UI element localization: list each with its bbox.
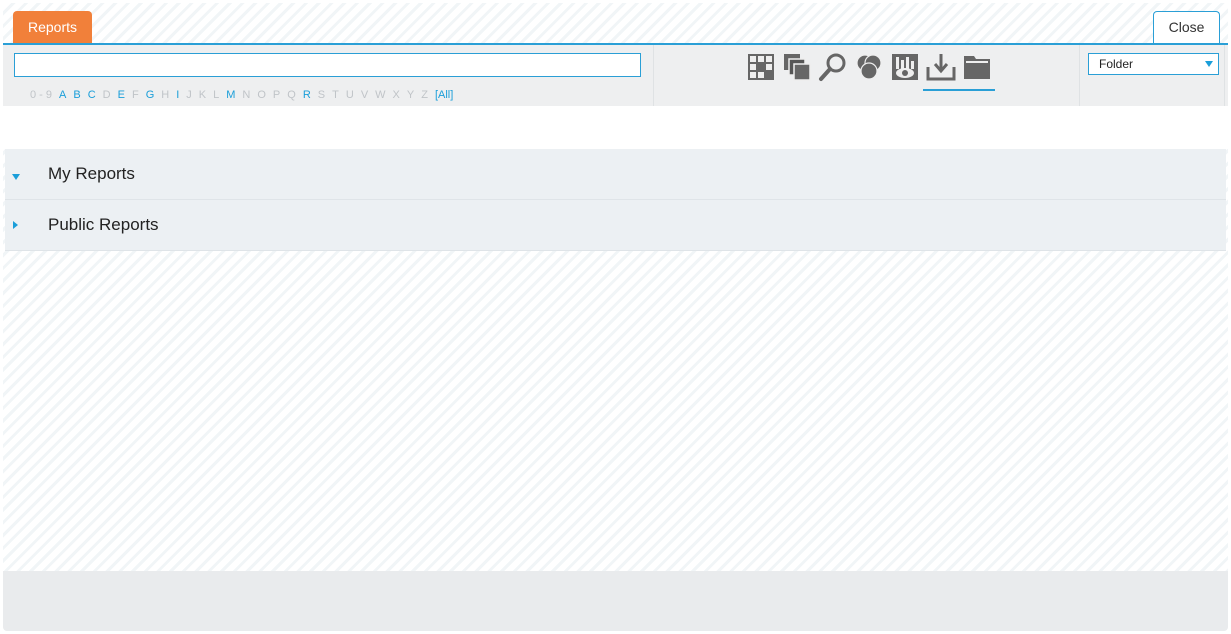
view-select-section: Folder <box>1080 45 1225 106</box>
venn-diagram-icon[interactable] <box>853 51 885 83</box>
alpha-filter-f: F <box>131 89 139 101</box>
alpha-filter-v: V <box>360 89 369 101</box>
report-sections: My Reports Public Reports <box>5 149 1226 251</box>
alpha-filter-y: Y <box>406 89 415 101</box>
alphabet-filter: 0 - 9 A B C D E F G H I J K L M N O P Q R S T U V W X Y Z [All] <box>30 89 460 101</box>
caret-down-icon <box>12 174 20 180</box>
view-report-icon[interactable] <box>889 51 921 83</box>
alpha-filter-d: D <box>102 89 111 101</box>
search-input[interactable] <box>14 53 641 77</box>
spacer <box>3 106 1228 149</box>
grid-report-icon[interactable] <box>745 51 777 83</box>
download-icon[interactable] <box>923 51 959 91</box>
search-icon[interactable] <box>817 51 849 83</box>
search-section: 0 - 9 A B C D E F G H I J K L M N O P Q R S T U V W X Y Z [All] <box>5 45 654 106</box>
alpha-filter-l: L <box>213 89 220 101</box>
folder-select-value: Folder <box>1099 57 1134 71</box>
alpha-filter-a[interactable]: A <box>59 89 66 101</box>
alpha-filter-all[interactable]: [All] <box>435 89 453 101</box>
alpha-filter-e[interactable]: E <box>118 89 125 101</box>
alpha-filter-h: H <box>161 89 170 101</box>
alpha-filter-r[interactable]: R <box>303 89 311 101</box>
alpha-filter-o: O <box>257 89 266 101</box>
chevron-down-icon <box>1205 61 1213 67</box>
alpha-filter-09: 0 - 9 <box>30 89 53 101</box>
alpha-filter-m[interactable]: M <box>226 89 235 101</box>
copy-icon[interactable] <box>781 51 813 83</box>
tab-reports[interactable]: Reports <box>13 11 92 44</box>
tab-bar: Reports Close <box>3 3 1228 44</box>
alpha-filter-z: Z <box>421 89 428 101</box>
alpha-filter-c[interactable]: C <box>88 89 96 101</box>
toolbar-icons <box>654 45 1080 106</box>
alpha-filter-g[interactable]: G <box>146 89 155 101</box>
alpha-filter-w: W <box>375 89 386 101</box>
alpha-filter-b[interactable]: B <box>73 89 80 101</box>
reports-window: Reports Close 0 - 9 ABCDEFGHIJKLMNOPQRSTU… <box>3 3 1228 631</box>
alpha-filter-u: U <box>345 89 354 101</box>
caret-right-icon <box>13 221 18 229</box>
alpha-filter-j: J <box>186 89 192 101</box>
section-public-reports[interactable]: Public Reports <box>5 200 1226 251</box>
alpha-filter-n: N <box>242 89 251 101</box>
section-label: My Reports <box>48 164 135 183</box>
alpha-filter-i[interactable]: I <box>176 89 179 101</box>
section-my-reports[interactable]: My Reports <box>5 149 1226 200</box>
alpha-filter-q: Q <box>287 89 296 101</box>
toolbar: 0 - 9 A B C D E F G H I J K L M N O P Q R S T U V W X Y Z [All] <box>3 45 1228 106</box>
section-label: Public Reports <box>48 215 159 234</box>
alpha-filter-x: X <box>392 89 400 101</box>
folder-icon[interactable] <box>959 51 995 91</box>
alpha-filter-p: P <box>272 89 281 101</box>
footer-bar <box>3 571 1228 631</box>
alpha-filter-t: T <box>332 89 339 101</box>
alpha-filter-s: S <box>317 89 326 101</box>
alpha-filter-k: K <box>198 89 207 101</box>
close-button[interactable]: Close <box>1153 11 1220 43</box>
folder-select[interactable]: Folder <box>1088 53 1219 75</box>
